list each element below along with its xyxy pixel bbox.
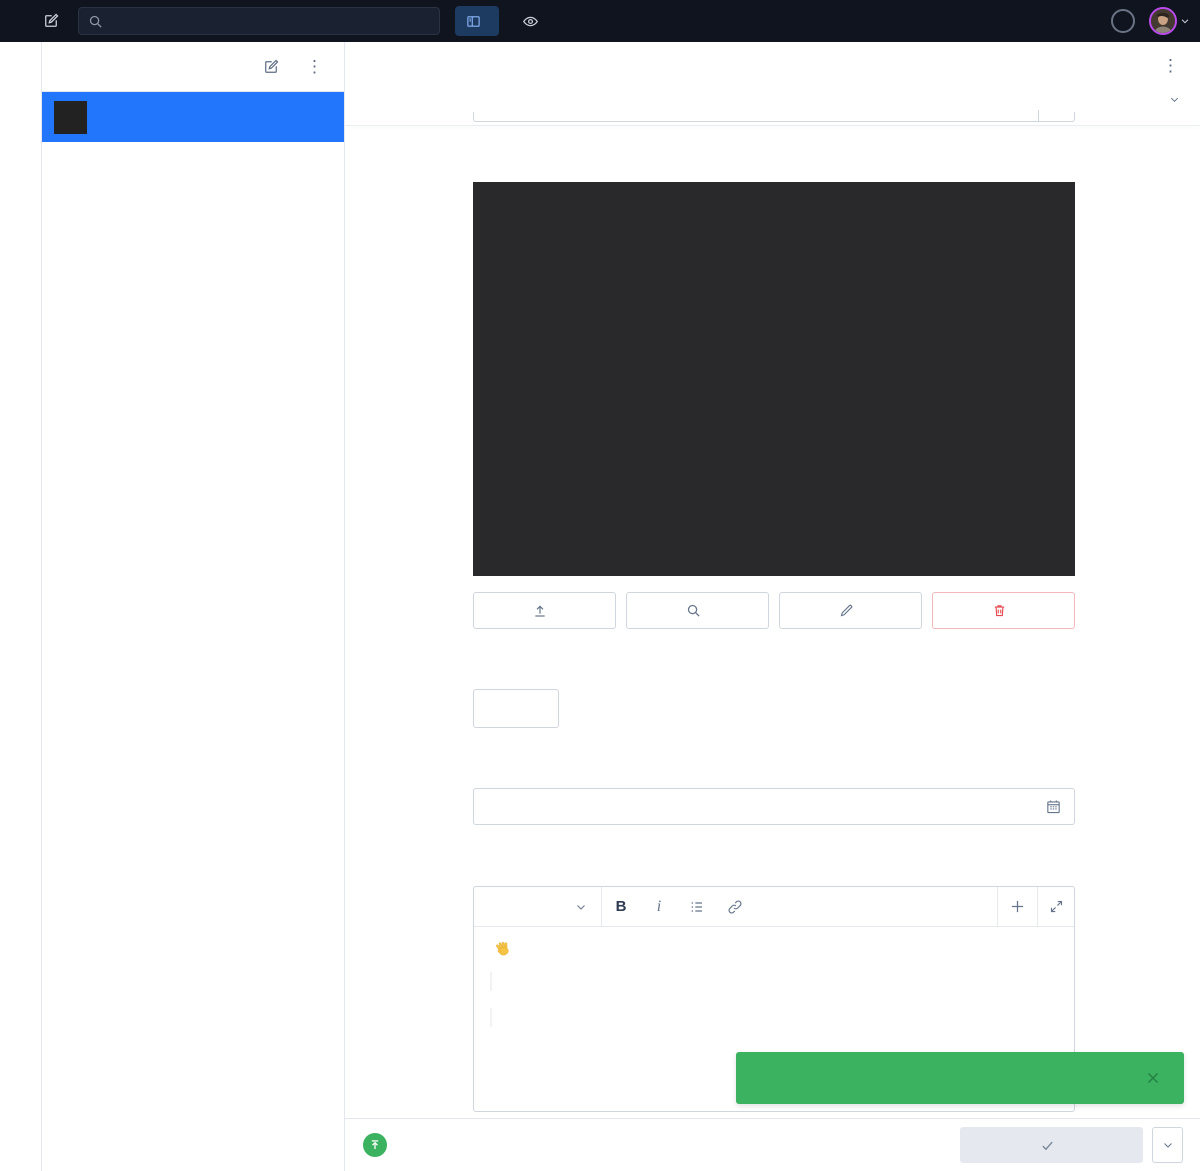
bullet-list-icon[interactable] [678,887,716,926]
published-at-input[interactable] [474,798,1045,815]
check-icon [1040,1138,1055,1153]
edit-button[interactable] [779,592,922,629]
search-input[interactable] [111,13,430,29]
compose-icon[interactable] [42,12,60,30]
add-category-button[interactable] [473,689,559,728]
pencil-icon [839,603,854,618]
body-paragraph [490,971,1058,993]
tab-desk[interactable] [455,6,499,36]
publish-menu-button[interactable] [1152,1127,1183,1163]
desk-icon [466,14,481,29]
new-document-icon[interactable] [262,58,280,76]
document-footer [345,1118,1200,1171]
remove-button[interactable] [932,592,1075,629]
insert-block-icon[interactable] [998,887,1037,926]
toast-published [736,1052,1184,1104]
chevron-down-icon [1162,1139,1174,1151]
close-icon[interactable] [1144,1069,1162,1087]
editor-toolbar: B i [474,887,1074,927]
body-paragraph [490,1007,1058,1029]
upload-icon [532,603,548,619]
chevron-down-icon [575,901,587,913]
style-selector[interactable] [474,887,601,926]
clipped-field[interactable] [473,112,1075,122]
document-pane: ⋮ [345,42,1200,1171]
chevron-down-icon [1180,16,1190,26]
top-bar [0,0,1200,42]
published-status-icon [363,1133,387,1157]
body-link[interactable] [490,1008,492,1027]
italic-icon[interactable]: i [640,887,678,926]
calendar-icon[interactable] [1045,798,1062,815]
publish-button[interactable] [960,1127,1143,1163]
version-selector[interactable] [345,88,1200,110]
search-icon [686,603,701,618]
document-header: ⋮ [345,42,1200,88]
tab-vision[interactable] [511,6,557,36]
post-thumbnail [54,101,87,134]
search-box[interactable] [78,7,440,35]
published-at-field [473,788,1075,825]
post-panel-header: ⋮ [42,42,344,92]
eye-icon [522,13,539,30]
list-item-post[interactable] [42,92,344,142]
search-icon [88,14,103,29]
editor-content[interactable] [474,927,1074,1056]
user-menu[interactable] [1149,7,1190,35]
header-shadow [345,125,1200,126]
link-icon[interactable] [716,887,754,926]
wave-emoji-icon [495,940,512,957]
bold-icon[interactable]: B [602,887,640,926]
chevron-down-icon [1169,94,1180,105]
post-list-panel: ⋮ [42,42,345,1171]
select-button[interactable] [626,592,769,629]
post-panel-menu-icon[interactable]: ⋮ [302,56,327,77]
fullscreen-icon[interactable] [1038,887,1074,926]
body-paragraph [490,940,1058,957]
document-menu-icon[interactable]: ⋮ [1158,55,1183,76]
trash-icon [992,603,1007,618]
image-actions [473,592,1075,629]
sanity-studio: ⋮ ⋮ [0,0,1200,1171]
main-image-photo [473,182,1075,576]
body-link[interactable] [490,972,492,991]
notifications-badge[interactable] [1111,9,1135,33]
upload-button[interactable] [473,592,616,629]
avatar[interactable] [1149,7,1177,35]
publish-status [363,1133,396,1157]
content-rail [0,42,42,1171]
